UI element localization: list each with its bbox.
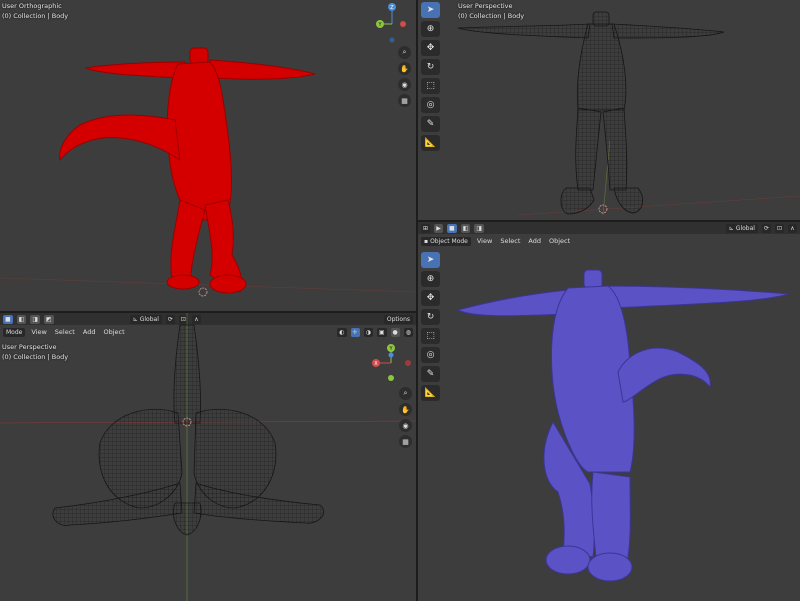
measure-icon[interactable]: 📐 [421,385,440,401]
navigation-gizmo[interactable]: Z Y [372,2,412,46]
grid-icon[interactable]: ▦ [399,435,412,448]
hand-icon[interactable]: ✋ [398,62,411,75]
svg-text:Z: Z [390,5,394,11]
x-axis-line [0,277,416,293]
svg-text:X: X [374,361,378,367]
hand-icon[interactable]: ✋ [399,403,412,416]
viewport-top-left[interactable]: User Orthographic (0) Collection | Body … [0,0,416,311]
collection-label: (0) Collection | Body [2,353,69,361]
crosshair-icon[interactable]: ⊕ [421,21,440,37]
red-body-model [59,47,316,294]
viewport-canvas[interactable] [418,222,800,601]
wireframe-body-model [457,11,725,215]
purple-body-model [456,269,789,582]
x-axis-line [517,195,800,216]
zoom-icon[interactable]: ⌕ [399,387,412,400]
camera-icon[interactable]: ◉ [399,419,412,432]
3d-cursor [198,287,208,297]
zoom-icon[interactable]: ⌕ [398,46,411,59]
viewport-top-right[interactable]: User Perspective (0) Collection | Body ➤… [418,0,800,220]
collection-label: (0) Collection | Body [458,12,525,20]
tool-shelf: ➤ ⊕ ✥ ↻ ⬚ ◎ ✎ 📐 [421,252,441,401]
measure-icon[interactable]: 📐 [421,135,440,151]
viewport-bottom-right[interactable]: ⊞ ▶ ■ ◧ ◨ ⊾ Global ⟳ ⊡ ∧ ▪ Object Mode Vie… [418,222,800,601]
wireframe-body-model-top [52,324,325,536]
viewport-bottom-left[interactable]: ■ ◧ ◨ ◩ ⊾ Global ⟳ ⊡ ∧ Options Mode View … [0,313,416,601]
cursor-icon[interactable]: ➤ [421,252,440,268]
collection-label: (0) Collection | Body [2,12,69,20]
view-name: User Orthographic [2,2,62,10]
navigation-gizmo[interactable]: Y X [368,343,414,385]
scale-icon[interactable]: ⬚ [421,328,440,344]
scale-icon[interactable]: ⬚ [421,78,440,94]
rotate-icon[interactable]: ↻ [421,59,440,75]
view-name: User Perspective [458,2,513,10]
nav-controls: ⌕ ✋ ◉ ▦ [398,46,411,107]
viewport-canvas[interactable] [0,0,416,311]
grid-icon[interactable]: ▦ [398,94,411,107]
tool-shelf: ➤ ⊕ ✥ ↻ ⬚ ◎ ✎ 📐 [421,2,441,151]
transform-icon[interactable]: ◎ [421,97,440,113]
rotate-icon[interactable]: ↻ [421,309,440,325]
nav-controls: ⌕ ✋ ◉ ▦ [399,387,412,448]
crosshair-icon[interactable]: ⊕ [421,271,440,287]
annotate-icon[interactable]: ✎ [421,366,440,382]
view-name: User Perspective [2,343,57,351]
move-icon[interactable]: ✥ [421,290,440,306]
camera-icon[interactable]: ◉ [398,78,411,91]
cursor-icon[interactable]: ➤ [421,2,440,18]
move-icon[interactable]: ✥ [421,40,440,56]
annotate-icon[interactable]: ✎ [421,116,440,132]
transform-icon[interactable]: ◎ [421,347,440,363]
viewport-canvas[interactable] [418,0,800,220]
